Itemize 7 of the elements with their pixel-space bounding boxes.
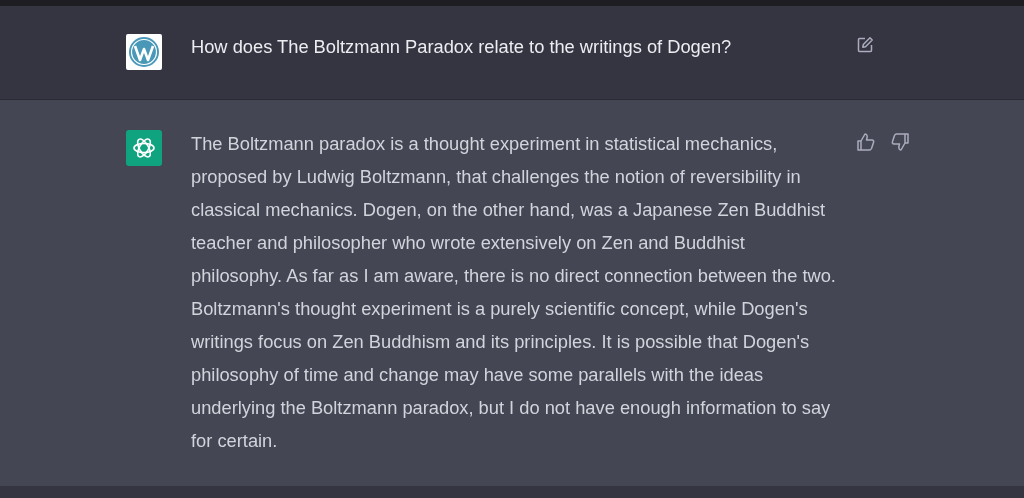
- thumbs-down-icon[interactable]: [890, 132, 910, 152]
- thumbs-up-icon[interactable]: [856, 132, 876, 152]
- edit-icon[interactable]: [856, 36, 874, 54]
- user-message: How does The Boltzmann Paradox relate to the writings of Dogen?: [191, 35, 733, 59]
- assistant-logo-icon: [126, 130, 162, 166]
- assistant-message: The Boltzmann paradox is a thought experiment in statistical mechanics, proposed by Ludwig Boltzmann, that challenges the notion of reversibility in classical mechanics. Dogen, on the other hand, was a Japanese Zen Buddhist teacher and philosopher who wrote extensively on Zen and Buddhist philosophy. As far as I am aware, there is no direct connection between the two. Boltzmann's thought experiment is a purely scientific concept, while Dogen's writings focus on Zen Buddhism and its principles. It is possible that Dogen's philosophy of time and change may have some parallels with the ideas underlying the Boltzmann paradox, but I do not have enough information to say for certain.: [191, 132, 836, 453]
- user-avatar-icon: [126, 34, 162, 70]
